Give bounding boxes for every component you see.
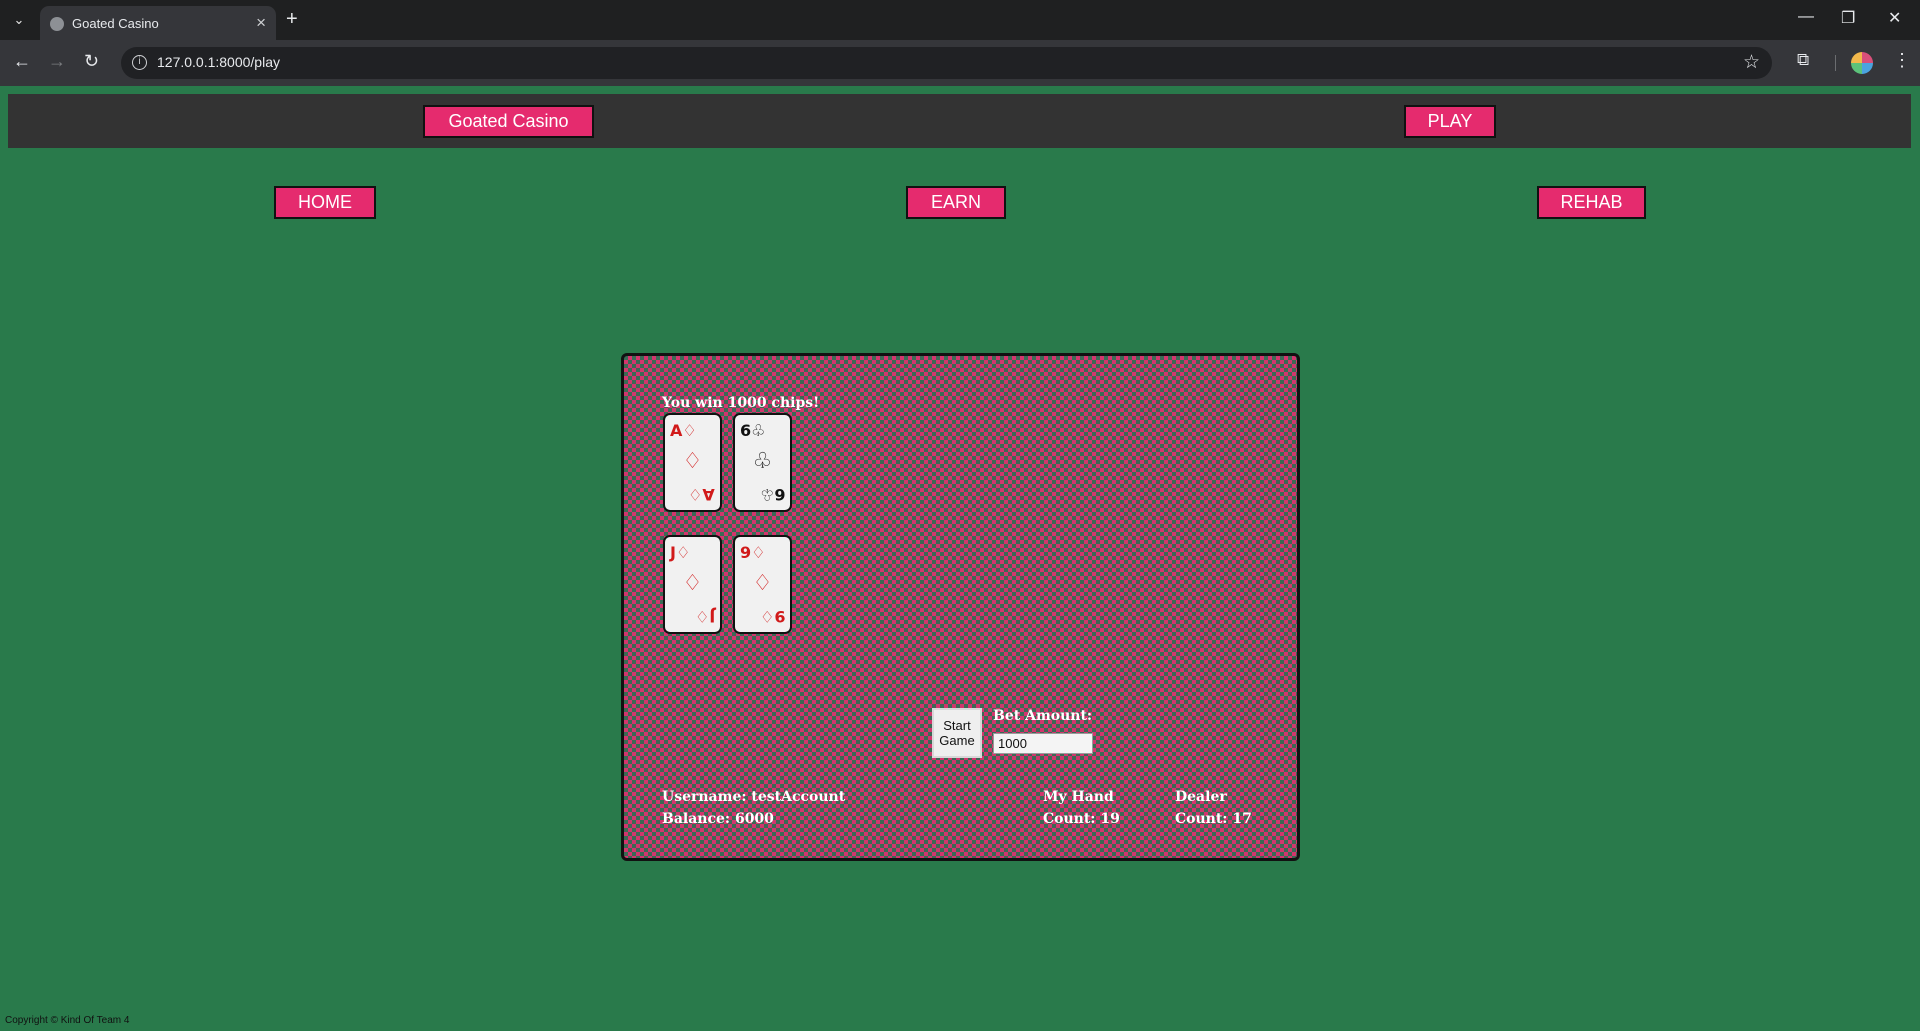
bookmark-star-icon[interactable]: ☆: [1743, 51, 1760, 74]
dealer-card-2: 9♢ ♢ 9♢: [733, 535, 792, 634]
card-rank: 9: [773, 607, 785, 626]
tab-search-chevron-down-icon[interactable]: ⌄: [7, 9, 31, 31]
dealer-label: Dealer: [1175, 789, 1227, 805]
address-bar: ← → ↻ i 127.0.0.1:8000/play ☆: [0, 40, 1920, 86]
forward-arrow-icon[interactable]: →: [48, 51, 66, 72]
close-window-icon[interactable]: ✕: [1888, 8, 1901, 28]
card-rank: A: [670, 421, 683, 440]
dealer-count: Count: 17: [1175, 811, 1252, 827]
card-rank-top: 6♧: [740, 421, 765, 440]
my-hand-count: Count: 19: [1043, 811, 1120, 827]
url-text[interactable]: 127.0.0.1:8000/play: [157, 54, 280, 70]
start-game-button[interactable]: Start Game: [932, 708, 982, 758]
browser-menu-kebab-icon[interactable]: ⋮: [1893, 50, 1911, 71]
earn-button[interactable]: EARN: [906, 186, 1006, 219]
card-rank-top: J♢: [670, 543, 690, 562]
new-tab-plus-icon[interactable]: +: [286, 8, 298, 31]
back-arrow-icon[interactable]: ←: [13, 51, 31, 72]
diamond-suit-icon: ♢: [682, 449, 703, 474]
club-suit-icon: ♧: [752, 449, 773, 474]
card-rank: 9: [740, 543, 752, 562]
diamond-suit-icon: ♢: [751, 543, 766, 562]
username-text: Username: testAccount: [662, 789, 846, 805]
close-tab-icon[interactable]: ×: [256, 13, 266, 33]
globe-icon: [50, 17, 64, 31]
card-rank-bottom: A♢: [688, 485, 715, 504]
url-field[interactable]: i 127.0.0.1:8000/play ☆: [121, 47, 1772, 79]
diamond-suit-icon: ♢: [675, 543, 691, 562]
balance-text: Balance: 6000: [662, 811, 774, 827]
site-info-icon[interactable]: i: [132, 55, 147, 70]
diamond-suit-icon: ♢: [759, 607, 774, 626]
diamond-suit-icon: ♢: [688, 485, 703, 504]
blackjack-table: [621, 353, 1300, 861]
diamond-suit-icon: ♢: [682, 571, 703, 596]
site-header: [8, 94, 1911, 148]
tab-title: Goated Casino: [72, 16, 159, 31]
player-card-1: A♢ ♢ A♢: [663, 413, 722, 512]
dealer-card-1: J♢ ♢ J♢: [663, 535, 722, 634]
my-hand-label: My Hand: [1043, 789, 1114, 805]
restore-icon[interactable]: ❐: [1841, 8, 1855, 28]
minimize-icon[interactable]: —: [1798, 8, 1814, 26]
rehab-button[interactable]: REHAB: [1537, 186, 1646, 219]
result-message: You win 1000 chips!: [662, 395, 820, 411]
brand-button[interactable]: Goated Casino: [423, 105, 594, 138]
card-rank: 6: [740, 421, 752, 440]
bet-amount-label: Bet Amount:: [993, 708, 1093, 724]
copyright-footer: Copyright © Kind Of Team 4: [5, 1015, 130, 1026]
player-card-2: 6♧ ♧ 6♧: [733, 413, 792, 512]
card-rank-bottom: J♢: [695, 607, 715, 626]
card-rank: J: [709, 607, 715, 626]
diamond-suit-icon: ♢: [694, 607, 710, 626]
card-rank-bottom: 9♢: [760, 607, 785, 626]
reload-icon[interactable]: ↻: [84, 51, 99, 72]
bet-amount-input[interactable]: [993, 733, 1093, 754]
browser-tab-bar: ⌄ Goated Casino × + — ❐ ✕: [0, 0, 1920, 40]
club-suit-icon: ♧: [751, 421, 766, 440]
diamond-suit-icon: ♢: [752, 571, 773, 596]
card-rank: 6: [773, 485, 785, 504]
card-rank-bottom: 6♧: [760, 485, 785, 504]
card-rank-top: A♢: [670, 421, 697, 440]
club-suit-icon: ♧: [759, 485, 774, 504]
toolbar-divider: [1835, 55, 1836, 71]
card-rank-top: 9♢: [740, 543, 765, 562]
diamond-suit-icon: ♢: [682, 421, 697, 440]
extensions-puzzle-icon[interactable]: ⧉: [1797, 50, 1809, 70]
card-rank: A: [702, 485, 715, 504]
home-button[interactable]: HOME: [274, 186, 376, 219]
profile-avatar-icon[interactable]: [1851, 52, 1873, 74]
browser-tab[interactable]: Goated Casino ×: [40, 6, 276, 40]
play-button[interactable]: PLAY: [1404, 105, 1496, 138]
